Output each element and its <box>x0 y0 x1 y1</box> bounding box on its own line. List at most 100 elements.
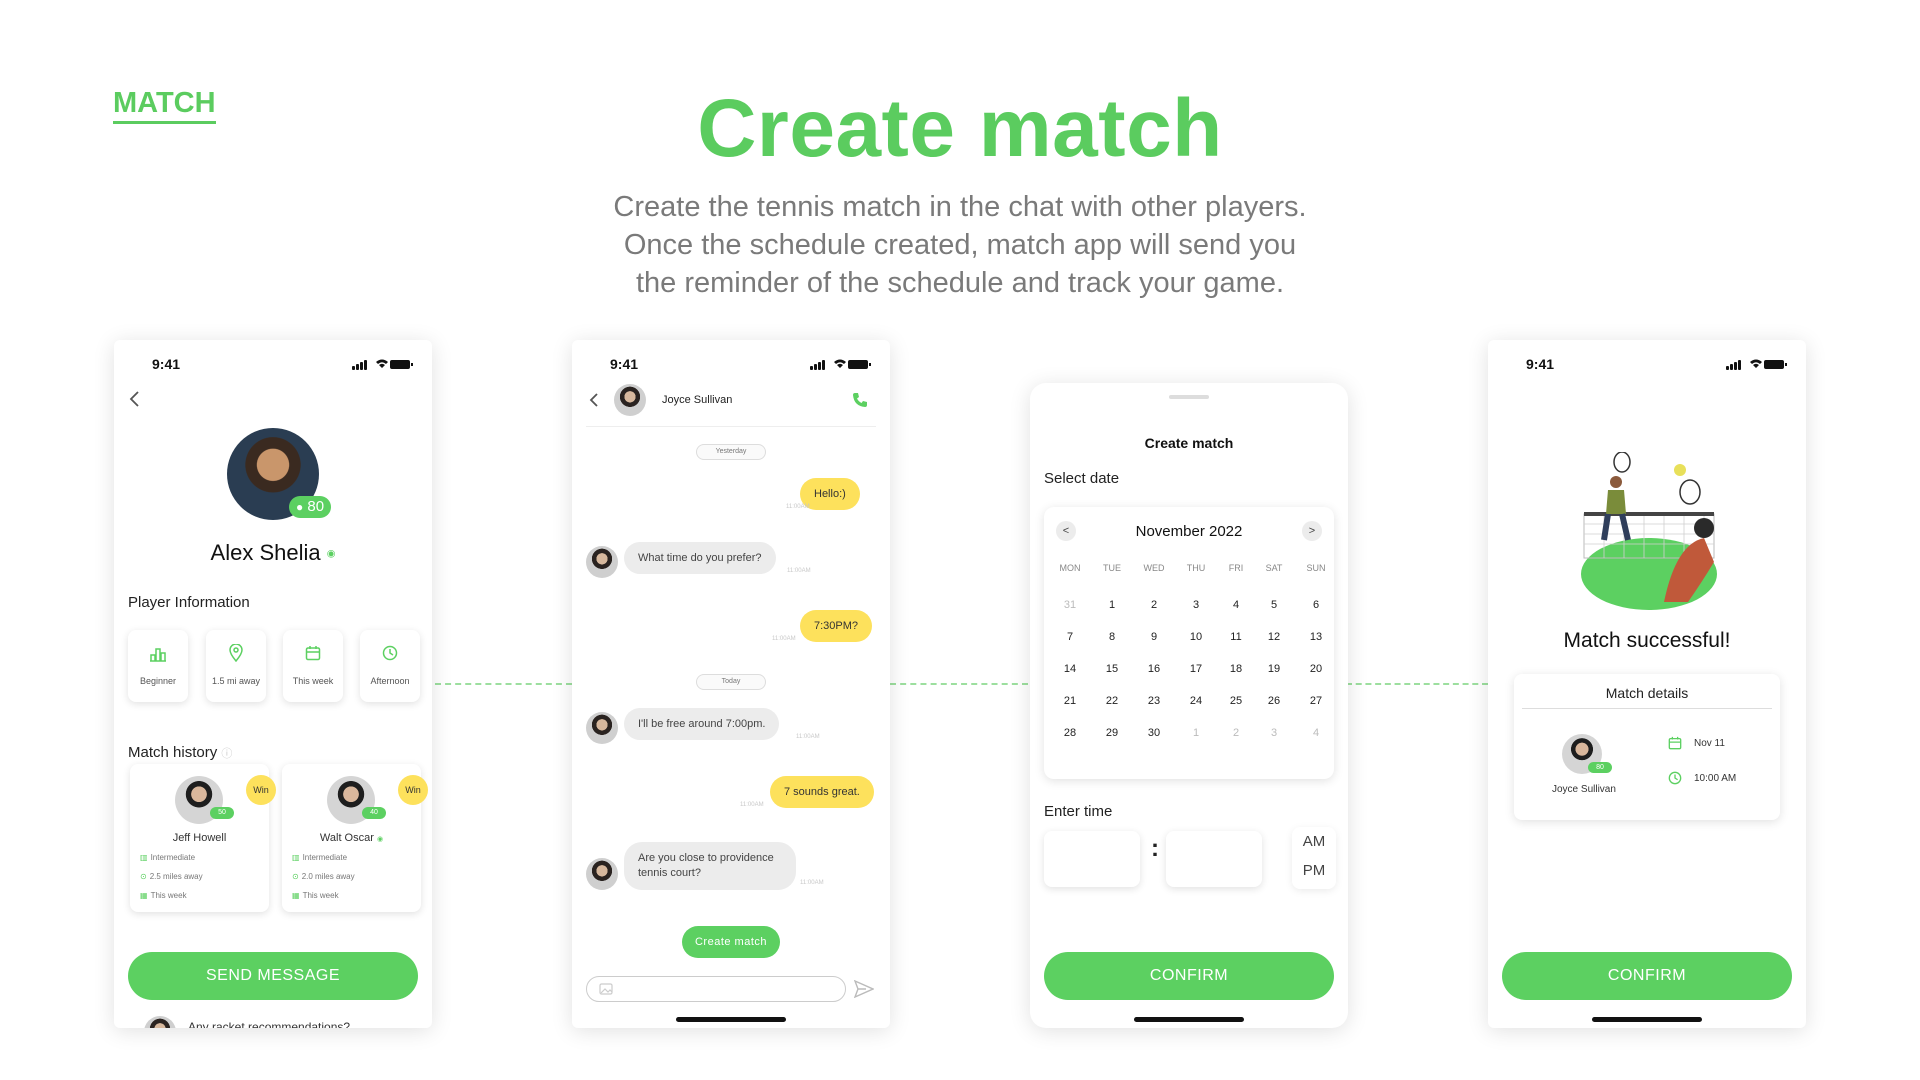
message-line: tennis court? <box>638 867 701 879</box>
sender-avatar <box>586 858 618 890</box>
calendar-day[interactable]: 10 <box>1176 631 1216 643</box>
info-card-week[interactable]: This week <box>283 630 343 702</box>
message-in: Are you close to providence tennis court… <box>624 842 796 890</box>
calendar-day[interactable]: 6 <box>1296 599 1336 611</box>
opponent-level-text: Intermediate <box>150 853 196 862</box>
message-time: 11:00AM <box>796 734 820 740</box>
calendar-day[interactable]: 27 <box>1296 695 1336 707</box>
verified-icon: ◉ <box>376 836 384 843</box>
flow-connector <box>890 683 1028 685</box>
opponent-when-text: This week <box>150 891 187 900</box>
battery-icon <box>1764 360 1787 369</box>
opponent-distance-text: 2.0 miles away <box>301 872 355 881</box>
next-month-button[interactable]: > <box>1302 521 1322 541</box>
confirm-button[interactable]: CONFIRM <box>1502 952 1792 1000</box>
status-time: 9:41 <box>152 356 181 372</box>
opponent-distance-text: 2.5 miles away <box>149 872 203 881</box>
location-pin-icon: ⊙ <box>292 872 299 881</box>
calendar-day[interactable]: 19 <box>1254 663 1294 675</box>
message-out: 7 sounds great. <box>770 776 874 808</box>
calendar-day[interactable]: 14 <box>1050 663 1090 675</box>
calendar-day[interactable]: 16 <box>1134 663 1174 675</box>
message-time: 11:00AM <box>772 636 796 642</box>
bar-chart-icon: ▥ <box>292 853 300 862</box>
message-time: 11:00AM <box>786 504 810 510</box>
calendar-day[interactable]: 13 <box>1296 631 1336 643</box>
time-separator: : <box>1151 835 1159 862</box>
info-card-level[interactable]: Beginner <box>128 630 188 702</box>
calendar-day[interactable]: 29 <box>1092 727 1132 739</box>
location-pin-icon <box>229 644 243 662</box>
location-pin-icon: ⊙ <box>140 872 147 881</box>
weekday-label: WED <box>1143 563 1165 573</box>
wifi-icon <box>376 359 388 368</box>
send-message-button[interactable]: SEND MESSAGE <box>128 952 418 1000</box>
match-history-heading: Match history <box>128 744 218 761</box>
status-bar: 9:41 <box>572 354 890 376</box>
calendar-day[interactable]: 26 <box>1254 695 1294 707</box>
image-icon[interactable] <box>599 983 613 995</box>
minute-input[interactable] <box>1166 831 1262 887</box>
opponent-name: Jeff Howell <box>172 832 227 844</box>
back-arrow-icon[interactable] <box>128 390 142 408</box>
status-time: 9:41 <box>1526 356 1555 372</box>
message-in: I'll be free around 7:00pm. <box>624 708 780 740</box>
hour-input[interactable] <box>1044 831 1140 887</box>
sheet-grabber[interactable] <box>1169 395 1209 399</box>
date-divider: Today <box>696 674 766 690</box>
calendar-day[interactable]: 3 <box>1176 599 1216 611</box>
calendar-day[interactable]: 18 <box>1216 663 1256 675</box>
calendar-day: 1 <box>1192 727 1200 739</box>
calendar-day[interactable]: 23 <box>1134 695 1174 707</box>
calendar-day[interactable]: 8 <box>1092 631 1132 643</box>
weekday-label: FRI <box>1228 563 1244 573</box>
sender-avatar <box>586 546 618 578</box>
verified-icon: ◉ <box>326 548 336 560</box>
opponent-score: 50 <box>210 807 234 819</box>
phone-call-icon[interactable] <box>852 392 868 408</box>
am-option[interactable]: AM <box>1292 833 1336 850</box>
calendar-day[interactable]: 11 <box>1216 631 1256 643</box>
calendar-month: November 2022 <box>1135 523 1243 540</box>
calendar-day[interactable]: 2 <box>1134 599 1174 611</box>
enter-time-label: Enter time <box>1044 803 1113 820</box>
opponent-name: Walt Oscar ◉ <box>282 832 421 844</box>
info-card-label: Afternoon <box>370 676 410 686</box>
calendar-day[interactable]: 17 <box>1176 663 1216 675</box>
calendar-day[interactable]: 22 <box>1092 695 1132 707</box>
send-icon[interactable] <box>854 980 874 998</box>
confirm-button[interactable]: CONFIRM <box>1044 952 1334 1000</box>
calendar-day[interactable]: 28 <box>1050 727 1090 739</box>
win-badge: Win <box>398 775 428 805</box>
info-icon: ⓘ <box>221 748 233 760</box>
status-icons <box>810 358 871 372</box>
calendar-day[interactable]: 7 <box>1050 631 1090 643</box>
calendar-day[interactable]: 15 <box>1092 663 1132 675</box>
opponent-distance: ⊙ 2.0 miles away <box>292 872 355 881</box>
calendar-day[interactable]: 5 <box>1254 599 1294 611</box>
pm-option[interactable]: PM <box>1292 862 1336 879</box>
tennis-players-illustration <box>1581 452 1717 610</box>
calendar-day[interactable]: 24 <box>1176 695 1216 707</box>
calendar-day[interactable]: 9 <box>1134 631 1174 643</box>
status-time: 9:41 <box>610 356 639 372</box>
calendar-day[interactable]: 30 <box>1134 727 1174 739</box>
calendar-day[interactable]: 12 <box>1254 631 1294 643</box>
calendar-day[interactable]: 1 <box>1092 599 1132 611</box>
message-input[interactable] <box>586 976 846 1002</box>
opponent-when-text: This week <box>302 891 339 900</box>
calendar-day[interactable]: 21 <box>1050 695 1090 707</box>
tennis-ball-icon: ● <box>295 500 304 514</box>
calendar-day[interactable]: 4 <box>1216 599 1256 611</box>
create-match-button[interactable]: Create match <box>682 926 780 958</box>
calendar-day[interactable]: 20 <box>1296 663 1336 675</box>
presentation-slide: MATCH Create match Create the tennis mat… <box>0 0 1920 1080</box>
info-card-distance[interactable]: 1.5 mi away <box>206 630 266 702</box>
calendar-day[interactable]: 25 <box>1216 695 1256 707</box>
calendar-day: 3 <box>1270 727 1278 739</box>
opponent-when: ▦ This week <box>292 891 339 900</box>
player-name: Alex Shelia <box>210 540 321 565</box>
info-card-time[interactable]: Afternoon <box>360 630 420 702</box>
back-arrow-icon[interactable] <box>588 392 600 408</box>
calendar-icon: ▦ <box>140 891 148 900</box>
